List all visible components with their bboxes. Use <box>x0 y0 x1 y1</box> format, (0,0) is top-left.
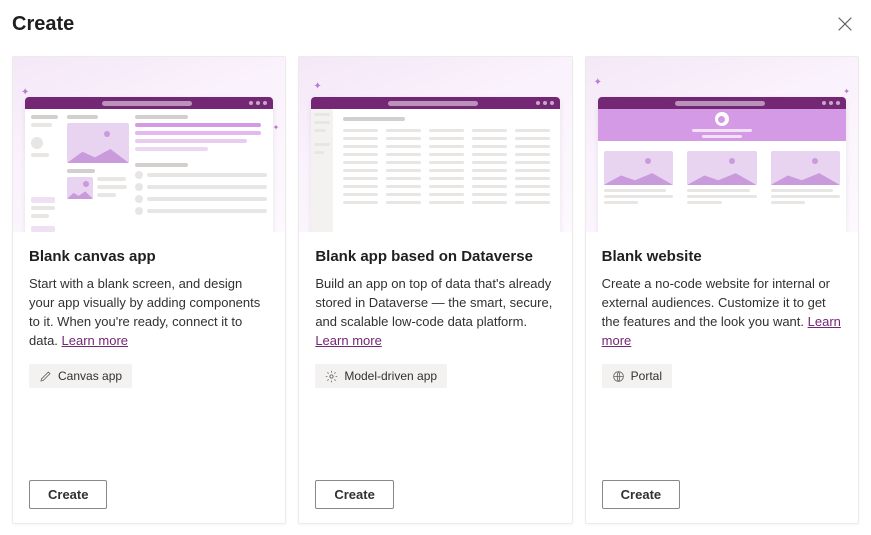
app-type-badge: Portal <box>602 364 672 388</box>
card-grid: ✦ ✦ <box>12 56 859 524</box>
sparkle-icon: ✦ <box>273 123 280 132</box>
card-blank-website: ✦ ✦ <box>585 56 859 524</box>
card-dataverse-app: ✦ <box>298 56 572 524</box>
learn-more-link[interactable]: Learn more <box>62 333 128 348</box>
card-thumbnail: ✦ ✦ <box>586 57 858 232</box>
card-thumbnail: ✦ <box>299 57 571 232</box>
badge-label: Canvas app <box>58 369 122 383</box>
app-type-badge: Model-driven app <box>315 364 447 388</box>
app-type-badge: Canvas app <box>29 364 132 388</box>
sparkle-icon: ✦ <box>594 77 602 88</box>
create-button[interactable]: Create <box>602 480 680 509</box>
card-description: Start with a blank screen, and design yo… <box>29 275 269 350</box>
page-title: Create <box>12 13 74 36</box>
card-title: Blank app based on Dataverse <box>315 248 555 265</box>
sparkle-icon: ✦ <box>843 87 850 96</box>
badge-label: Model-driven app <box>344 369 437 383</box>
card-description: Create a no-code website for internal or… <box>602 275 842 350</box>
create-button[interactable]: Create <box>29 480 107 509</box>
create-button[interactable]: Create <box>315 480 393 509</box>
card-description: Build an app on top of data that's alrea… <box>315 275 555 350</box>
card-canvas-app: ✦ ✦ <box>12 56 286 524</box>
learn-more-link[interactable]: Learn more <box>315 333 381 348</box>
card-thumbnail: ✦ ✦ <box>13 57 285 232</box>
globe-icon <box>612 370 625 383</box>
sparkle-icon: ✦ <box>313 81 321 92</box>
close-button[interactable] <box>831 10 859 38</box>
card-title: Blank canvas app <box>29 248 269 265</box>
close-icon <box>838 17 852 31</box>
badge-label: Portal <box>631 369 662 383</box>
gear-icon <box>325 370 338 383</box>
card-title: Blank website <box>602 248 842 265</box>
pencil-icon <box>39 370 52 383</box>
